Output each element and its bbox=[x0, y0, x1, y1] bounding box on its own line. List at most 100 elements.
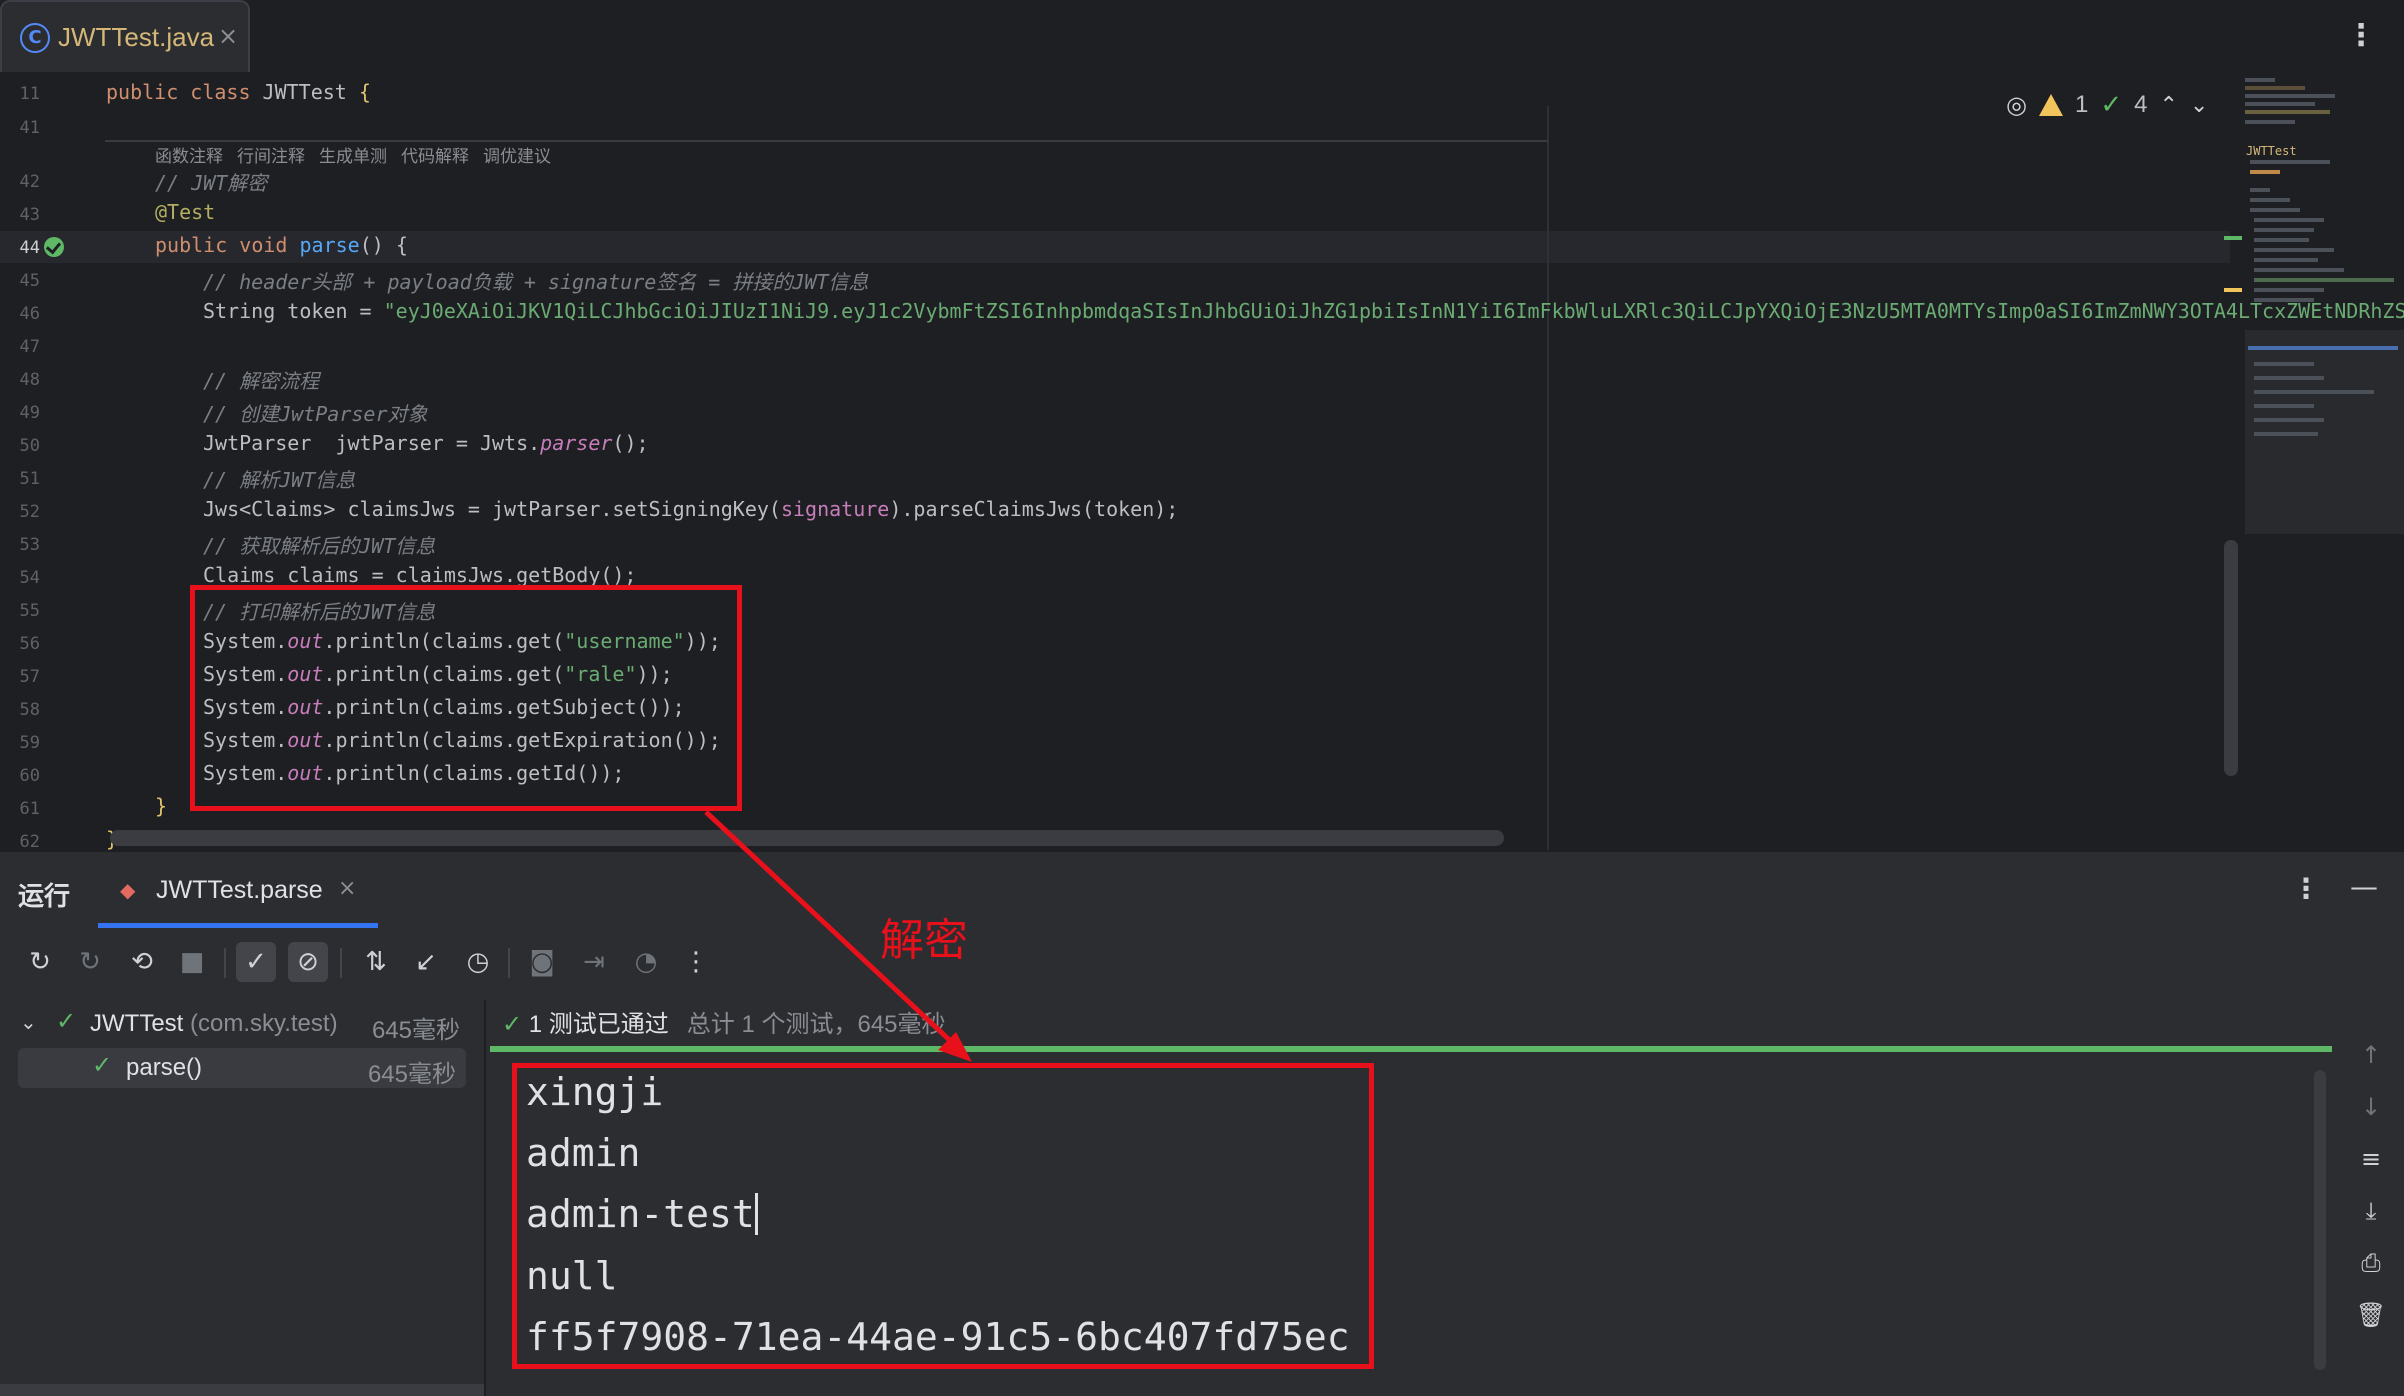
scroll-to-end-icon[interactable]: ⤓ bbox=[2354, 1194, 2388, 1228]
warning-count: 1 bbox=[2074, 91, 2089, 118]
line-number: 59 bbox=[19, 733, 40, 753]
line-number: 48 bbox=[19, 370, 40, 390]
inlay-action[interactable]: 调优建议 bbox=[483, 147, 551, 167]
horizontal-scrollbar[interactable] bbox=[110, 830, 1504, 846]
reader-mode-icon[interactable]: ◎ bbox=[2006, 91, 2027, 119]
tests-passed-label: 1 测试已通过 bbox=[528, 1011, 669, 1038]
line-number: 54 bbox=[19, 568, 40, 588]
close-icon[interactable]: × bbox=[218, 22, 238, 50]
inlay-action[interactable]: 代码解释 bbox=[401, 147, 469, 167]
code-line: } bbox=[155, 794, 168, 818]
console-side-actions: ↑ ↓ ≡ ⤓ ⎙ 🗑 bbox=[2336, 1000, 2404, 1396]
more-options-icon[interactable]: ⋮ bbox=[2346, 18, 2376, 53]
run-test-icon[interactable] bbox=[44, 237, 64, 257]
show-ignored-icon[interactable]: ⊘ bbox=[288, 942, 328, 982]
line-number: 50 bbox=[19, 436, 40, 456]
arrow-down-icon[interactable]: ↓ bbox=[2354, 1090, 2388, 1124]
test-progress-bar bbox=[490, 1046, 2332, 1052]
code-line: Jws<Claims> claimsJws = jwtParser.setSig… bbox=[203, 497, 1179, 521]
code-annotation: @Test bbox=[155, 200, 216, 224]
print-icon[interactable]: ⎙ bbox=[2354, 1246, 2388, 1280]
line-number: 62 bbox=[19, 832, 40, 850]
show-passed-icon[interactable]: ✓ bbox=[236, 942, 276, 982]
arrow-up-icon[interactable]: ↑ bbox=[2354, 1038, 2388, 1072]
more-options-icon[interactable]: ⋮ bbox=[676, 942, 716, 982]
panel-splitter[interactable] bbox=[484, 1000, 486, 1396]
line-number: 51 bbox=[19, 469, 40, 489]
code-line: String token = "eyJ0eXAiOiJKV1QiLCJhbGci… bbox=[203, 299, 2404, 323]
tests-summary: 总计 1 个测试，645毫秒 bbox=[686, 1011, 946, 1038]
horizontal-scrollbar[interactable] bbox=[0, 1384, 484, 1396]
tree-item-method[interactable]: ✓ parse() 645毫秒 bbox=[18, 1048, 466, 1088]
coverage-icon[interactable]: ◔ bbox=[626, 942, 666, 982]
close-icon[interactable]: × bbox=[338, 876, 356, 901]
run-header: 运行 ◆ JWTTest.parse × ⋮ — bbox=[0, 852, 2404, 928]
camera-icon[interactable]: ◙ bbox=[522, 942, 562, 982]
code-comment: // 解密流程 bbox=[203, 369, 320, 393]
line-number: 58 bbox=[19, 700, 40, 720]
toolbar-divider bbox=[224, 948, 226, 978]
inlay-action[interactable]: 函数注释 bbox=[155, 147, 223, 167]
chevron-up-icon[interactable]: ⌃ bbox=[2159, 93, 2177, 118]
run-config-tab[interactable]: ◆ JWTTest.parse × bbox=[98, 852, 378, 928]
inlay-action[interactable]: 行间注释 bbox=[237, 147, 305, 167]
gutter-marker-ok bbox=[2224, 236, 2242, 240]
soft-wrap-icon[interactable]: ≡ bbox=[2354, 1142, 2388, 1176]
minimap-class-label: JWTTest bbox=[2246, 144, 2297, 158]
line-number: 53 bbox=[19, 535, 40, 555]
sticky-line-code: public class JWTTest { bbox=[106, 80, 371, 104]
tree-item-package: (com.sky.test) bbox=[190, 1010, 338, 1037]
java-class-icon: C bbox=[20, 23, 50, 53]
ai-inlay-actions: 函数注释 行间注释 生成单测 代码解释 调优建议 bbox=[155, 142, 565, 167]
chevron-down-icon[interactable]: ⌄ bbox=[2190, 93, 2208, 118]
stop-icon[interactable]: ■ bbox=[172, 942, 212, 982]
more-options-icon[interactable]: ⋮ bbox=[2292, 872, 2320, 905]
passed-check-icon: ✓ bbox=[56, 1007, 77, 1035]
vertical-scrollbar[interactable] bbox=[2314, 1070, 2326, 1370]
inspection-widget[interactable]: ◎ 1 ✓ 4 ⌃ ⌄ bbox=[2006, 90, 2208, 120]
toggle-auto-test-icon[interactable]: ⟲ bbox=[122, 942, 162, 982]
sort-icon[interactable]: ⇅ bbox=[356, 942, 396, 982]
tree-item-time: 645毫秒 bbox=[371, 1017, 460, 1044]
line-number: 43 bbox=[19, 205, 40, 225]
code-comment: // 解析JWT信息 bbox=[203, 468, 356, 492]
line-number: 49 bbox=[19, 403, 40, 423]
line-number: 41 bbox=[19, 118, 40, 138]
tree-item-name: JWTTest bbox=[90, 1010, 184, 1037]
file-tab-label: JWTTest.java bbox=[58, 22, 215, 52]
rerun-failed-icon[interactable]: ↻ bbox=[70, 942, 110, 982]
line-number: 11 bbox=[19, 84, 40, 104]
code-line: public void parse() { bbox=[155, 233, 408, 257]
code-comment: // header头部 + payload负载 + signature签名 = … bbox=[203, 270, 869, 294]
tree-item-class[interactable]: ⌄ ✓ JWTTest (com.sky.test) 645毫秒 bbox=[0, 1004, 470, 1044]
run-panel-title: 运行 bbox=[18, 882, 71, 912]
inlay-action[interactable]: 生成单测 bbox=[319, 147, 387, 167]
test-status-line: ✓ 1 测试已通过 总计 1 个测试，645毫秒 bbox=[502, 1004, 946, 1040]
import-tests-icon[interactable]: ⇥ bbox=[574, 942, 614, 982]
code-comment: // 创建JwtParser对象 bbox=[203, 402, 428, 426]
chevron-down-icon[interactable]: ⌄ bbox=[20, 1010, 37, 1034]
trash-icon[interactable]: 🗑 bbox=[2354, 1298, 2388, 1332]
test-history-icon[interactable]: ◷ bbox=[458, 942, 498, 982]
test-results-tree: ⌄ ✓ JWTTest (com.sky.test) 645毫秒 ✓ parse… bbox=[0, 1000, 484, 1396]
line-number: 60 bbox=[19, 766, 40, 786]
line-number: 42 bbox=[19, 172, 40, 192]
line-number: 46 bbox=[19, 304, 40, 324]
minimap[interactable]: JWTTest bbox=[2240, 76, 2404, 456]
file-tab-jwttest[interactable]: C JWTTest.java × bbox=[0, 0, 250, 72]
annotation-label: 解密 bbox=[880, 915, 968, 966]
line-number: 57 bbox=[19, 667, 40, 687]
active-tab-indicator bbox=[98, 923, 378, 928]
toolbar-divider bbox=[340, 948, 342, 978]
rerun-icon[interactable]: ↻ bbox=[20, 942, 60, 982]
gutter-marker-warning bbox=[2224, 288, 2242, 292]
line-number: 56 bbox=[19, 634, 40, 654]
line-number: 44 bbox=[19, 238, 40, 258]
collapse-all-icon[interactable]: ↙ bbox=[406, 942, 446, 982]
line-number: 45 bbox=[19, 271, 40, 291]
warning-icon bbox=[2038, 94, 2063, 116]
tree-item-name: parse() bbox=[126, 1054, 203, 1081]
vertical-scrollbar[interactable] bbox=[2224, 540, 2238, 776]
line-number: 47 bbox=[19, 337, 40, 357]
minimize-icon[interactable]: — bbox=[2350, 870, 2378, 903]
